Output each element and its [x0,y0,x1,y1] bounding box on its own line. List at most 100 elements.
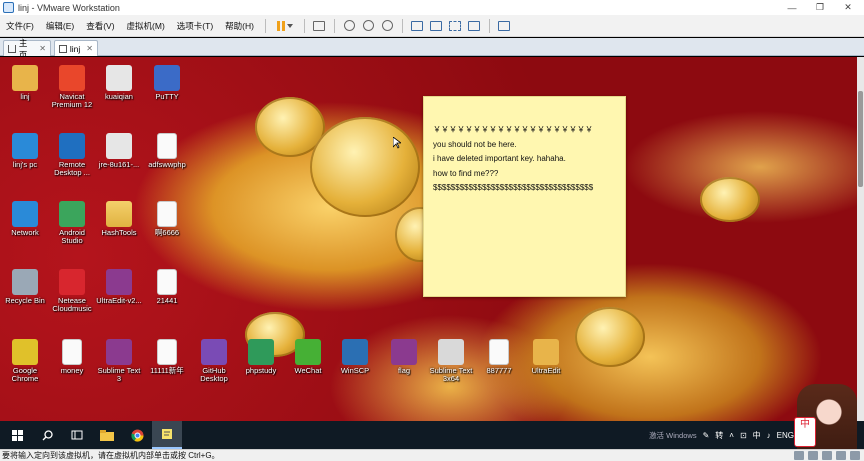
tray-volume-icon[interactable]: ♪ [767,431,771,440]
desktop-icon[interactable]: 啊6666 [143,201,191,237]
maximize-button[interactable]: ❐ [806,0,834,15]
task-view-button[interactable] [62,421,92,449]
desktop-icon-label: PuTTY [155,92,179,101]
vertical-scrollbar[interactable] [857,57,864,421]
android-studio-icon [59,201,85,227]
console-view-icon [498,20,511,31]
desktop-icon[interactable]: linj's pc [1,133,49,169]
scrollbar-thumb[interactable] [858,91,863,187]
desktop-icon[interactable]: 11111新年 [143,339,191,375]
activate-windows-watermark: 激活 Windows [649,430,697,440]
tab-home-close-icon[interactable]: ✕ [39,44,46,53]
sticky-note-line: i have deleted important key. hahaha. [433,154,566,163]
desktop-icon-label: HashTools [101,228,137,237]
desktop-icon[interactable]: GitHub Desktop [190,339,238,383]
tray-pen-icon[interactable]: ✎ [703,431,710,440]
menu-file[interactable]: 文件(F) [0,20,40,32]
chrome-taskbar-button[interactable] [122,421,152,449]
menu-view[interactable]: 查看(V) [80,20,120,32]
tray-chevron-up-icon[interactable]: ˄ [729,431,734,440]
desktop-icon[interactable]: 21441 [143,269,191,305]
desktop-icon[interactable]: HashTools [95,201,143,237]
thumbnail-bar-button[interactable] [429,18,444,33]
hdd-status-icon[interactable] [794,451,804,460]
desktop-icon[interactable]: Network [1,201,49,237]
desktop-icon[interactable]: WinSCP [331,339,379,375]
desktop-icon[interactable]: phpstudy [237,339,285,375]
menu-vm[interactable]: 虚拟机(M) [121,20,171,32]
usb-status-icon[interactable] [836,451,846,460]
tab-home[interactable]: 主页 ✕ [3,38,51,60]
full-screen-button[interactable] [448,18,463,33]
mascot-badge[interactable]: 中 [794,417,816,447]
winscp-icon [342,339,368,365]
send-ctrl-alt-del-button[interactable] [312,18,327,33]
java-installer-icon [106,133,132,159]
desktop-icon[interactable]: Android Studio [48,201,96,245]
desktop-icon[interactable]: jre-8u161-... [95,133,143,169]
sticky-note[interactable]: ￥￥￥￥￥￥￥￥￥￥￥￥￥￥￥￥￥￥￥￥ you should not be h… [423,96,626,297]
desktop-icon[interactable]: 887777 [475,339,523,375]
chrome-icon [12,339,38,365]
desktop-icon-label: 啊6666 [154,228,180,237]
desktop-icon[interactable]: linj [1,65,49,101]
tab-linj-close-icon[interactable]: ✕ [86,44,93,53]
desktop-icon[interactable]: UltraEdit-v2... [95,269,143,305]
desktop-icon[interactable]: flag [380,339,428,375]
revert-icon [362,20,374,31]
winrar-archive-icon [391,339,417,365]
desktop-icon[interactable]: Netease Cloudmusic [48,269,96,313]
vm-icon [59,44,67,53]
guest-taskbar: 激活 Windows ✎ 转 ˄ ⊡ 中 ♪ ENG [0,421,864,449]
desktop-icon-label: UltraEdit [531,366,561,375]
menu-tabs[interactable]: 选项卡(T) [171,20,219,32]
start-button[interactable] [2,421,32,449]
tray-language[interactable]: ENG [777,431,794,440]
search-button[interactable] [32,421,62,449]
revert-snapshot-button[interactable] [361,18,376,33]
navicat-icon [59,65,85,91]
network-status-icon[interactable] [822,451,832,460]
show-library-button[interactable] [410,18,425,33]
sticky-note-line: $$$$$$$$$$$$$$$$$$$$$$$$$$$$$$$$$$$$ [433,183,594,192]
desktop-icon-label: WeChat [294,366,322,375]
tray-network-icon[interactable]: ⊡ [740,431,747,440]
chrome-icon [130,429,143,442]
close-button[interactable]: ✕ [834,0,862,15]
minimize-button[interactable]: — [778,0,806,15]
sound-status-icon[interactable] [850,451,860,460]
sticky-notes-taskbar-button[interactable] [152,421,182,449]
desktop-icon[interactable]: UltraEdit [522,339,570,375]
desktop-icon[interactable]: Recycle Bin [1,269,49,305]
vmware-app-icon [3,2,14,13]
tab-bar: 主页 ✕ linj ✕ [0,38,864,60]
desktop-icon[interactable]: kuaiqian [95,65,143,101]
menu-edit[interactable]: 编辑(E) [40,20,80,32]
desktop-icon-label: Android Studio [59,228,85,245]
tray-ime-icon[interactable]: 中 [753,430,761,441]
snapshot-manager-button[interactable] [380,18,395,33]
network-icon [12,201,38,227]
desktop-icon[interactable]: Sublime Text 3x64 [427,339,475,383]
console-view-button[interactable] [497,18,512,33]
desktop-icon[interactable]: WeChat [284,339,332,375]
desktop-icon[interactable]: Google Chrome [1,339,49,383]
unity-button[interactable] [467,18,482,33]
toolbar-divider [401,18,403,33]
desktop-icon[interactable]: money [48,339,96,375]
desktop-icon[interactable]: Remote Desktop ... [48,133,96,177]
desktop-icon[interactable]: PuTTY [143,65,191,101]
desktop-icon[interactable]: Navicat Premium 12 [48,65,96,109]
menu-help[interactable]: 帮助(H) [219,20,260,32]
cd-status-icon[interactable] [808,451,818,460]
wallpaper-gold-coin [700,177,760,222]
desktop-icon[interactable]: Sublime Text 3 [95,339,143,383]
desktop-icon[interactable]: adfswwphp [143,133,191,169]
document-icon [157,133,177,159]
file-explorer-button[interactable] [92,421,122,449]
suspend-button[interactable] [273,18,297,33]
tab-linj[interactable]: linj ✕ [54,40,98,56]
desktop-icon-label: UltraEdit-v2... [96,296,142,305]
snapshot-button[interactable] [342,18,357,33]
home-icon [8,44,16,53]
